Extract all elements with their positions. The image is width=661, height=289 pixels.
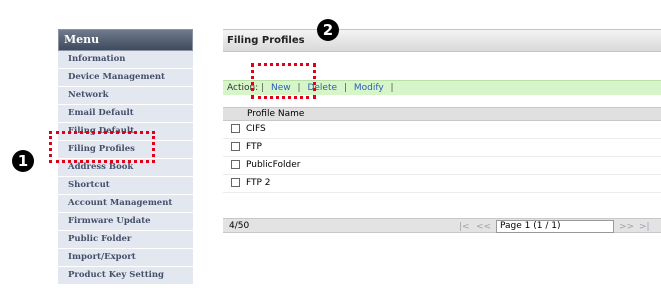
profile-name: FTP xyxy=(246,142,262,152)
callout-marker-1: 1 xyxy=(12,150,34,172)
menu-item-information[interactable]: Information xyxy=(58,51,193,69)
table-row[interactable]: FTP xyxy=(223,139,661,157)
row-checkbox[interactable] xyxy=(231,160,240,169)
row-checkbox[interactable] xyxy=(231,124,240,133)
table-row[interactable]: PublicFolder xyxy=(223,157,661,175)
column-header-profile-name: Profile Name xyxy=(247,109,305,119)
menu-list: Information Device Management Network Em… xyxy=(58,51,193,285)
profile-count: 4/50 xyxy=(229,221,250,231)
callout-box-filing-profiles xyxy=(49,131,155,163)
menu-item-public-folder[interactable]: Public Folder xyxy=(58,231,193,249)
profile-name: FTP 2 xyxy=(246,178,271,188)
pagination-bar: 4/50 |< << Page 1 (1 / 1) >> >| xyxy=(223,218,661,233)
menu-header: Menu xyxy=(58,29,193,51)
profiles-table: Profile Name CIFS FTP PublicFolder FTP 2 xyxy=(223,107,661,193)
separator: | xyxy=(343,83,347,93)
menu-item-import-export[interactable]: Import/Export xyxy=(58,249,193,267)
menu-item-email-default[interactable]: Email Default xyxy=(58,105,193,123)
last-page-button[interactable]: >| xyxy=(639,220,650,235)
menu-item-shortcut[interactable]: Shortcut xyxy=(58,177,193,195)
next-page-button[interactable]: >> xyxy=(619,220,634,235)
callout-marker-2: 2 xyxy=(317,19,339,41)
menu-item-account-management[interactable]: Account Management xyxy=(58,195,193,213)
profile-name: CIFS xyxy=(246,124,266,134)
menu-item-product-key-setting[interactable]: Product Key Setting xyxy=(58,267,193,285)
row-checkbox[interactable] xyxy=(231,142,240,151)
menu-item-device-management[interactable]: Device Management xyxy=(58,69,193,87)
profile-name: PublicFolder xyxy=(246,160,301,170)
row-checkbox[interactable] xyxy=(231,178,240,187)
page-title: Filing Profiles xyxy=(223,29,661,52)
table-row[interactable]: FTP 2 xyxy=(223,175,661,193)
callout-box-new xyxy=(251,63,316,99)
modify-button[interactable]: Modify xyxy=(354,83,384,93)
main-panel: Filing Profiles Action: | New | Delete |… xyxy=(223,29,661,233)
menu-item-firmware-update[interactable]: Firmware Update xyxy=(58,213,193,231)
menu-item-network[interactable]: Network xyxy=(58,87,193,105)
page-indicator-input[interactable]: Page 1 (1 / 1) xyxy=(496,220,614,233)
table-row[interactable]: CIFS xyxy=(223,121,661,139)
first-page-button[interactable]: |< xyxy=(459,220,470,235)
table-header: Profile Name xyxy=(223,107,661,121)
prev-page-button[interactable]: << xyxy=(476,220,491,235)
separator: | xyxy=(390,83,394,93)
